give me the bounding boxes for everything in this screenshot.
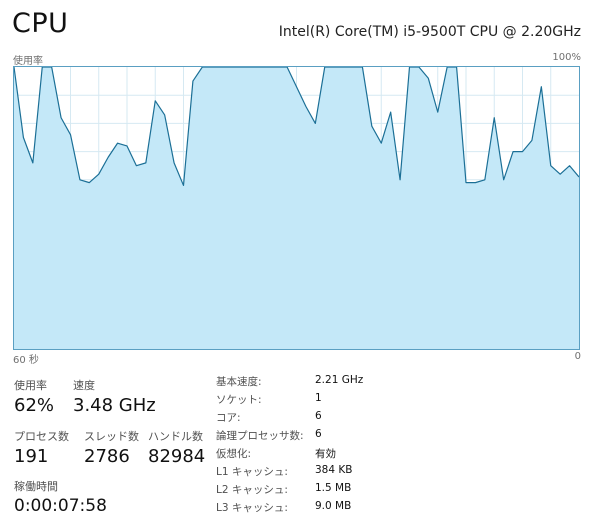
detail-value: 1.5 MB [315, 482, 352, 494]
detail-value: 9.0 MB [315, 500, 352, 512]
speed-stat-label: 速度 [73, 379, 95, 392]
cpu-usage-graph[interactable] [13, 66, 580, 350]
cpu-usage-graph-svg [14, 67, 579, 349]
speed-stat-value: 3.48 GHz [73, 395, 156, 416]
detail-row-cores: コア: 6 [216, 410, 416, 428]
graph-usage-label: 使用率 [13, 56, 43, 67]
uptime-stat-label: 稼働時間 [14, 480, 58, 493]
cpu-model-name: Intel(R) Core(TM) i5-9500T CPU @ 2.20GHz [278, 24, 581, 40]
graph-time-window-label: 60 秒 [13, 355, 39, 366]
detail-row-l3-cache: L3 キャッシュ: 9.0 MB [216, 500, 416, 518]
threads-stat-label: スレッド数 [84, 430, 139, 443]
detail-value: 有効 [315, 448, 336, 460]
detail-key: コア: [216, 412, 241, 424]
detail-row-l1-cache: L1 キャッシュ: 384 KB [216, 464, 416, 482]
processes-stat-label: プロセス数 [14, 430, 69, 443]
detail-row-l2-cache: L2 キャッシュ: 1.5 MB [216, 482, 416, 500]
usage-stat-label: 使用率 [14, 379, 47, 392]
graph-zero-label: 0 [574, 351, 581, 362]
detail-value: 6 [315, 428, 322, 440]
usage-stat-value: 62% [14, 395, 55, 416]
detail-value: 2.21 GHz [315, 374, 364, 386]
detail-key: 基本速度: [216, 376, 262, 388]
detail-key: L3 キャッシュ: [216, 502, 288, 514]
processes-stat-value: 191 [14, 446, 49, 467]
detail-key: L1 キャッシュ: [216, 466, 288, 478]
detail-value: 1 [315, 392, 322, 404]
detail-value: 6 [315, 410, 322, 422]
uptime-stat-value: 0:00:07:58 [14, 496, 107, 516]
detail-row-sockets: ソケット: 1 [216, 392, 416, 410]
detail-row-base-speed: 基本速度: 2.21 GHz [216, 374, 416, 392]
detail-key: 論理プロセッサ数: [216, 430, 304, 442]
detail-row-logical-processors: 論理プロセッサ数: 6 [216, 428, 416, 446]
handles-stat-value: 82984 [148, 446, 206, 467]
detail-key: L2 キャッシュ: [216, 484, 288, 496]
detail-key: ソケット: [216, 394, 262, 406]
detail-value: 384 KB [315, 464, 353, 476]
detail-key: 仮想化: [216, 448, 252, 460]
detail-row-virtualization: 仮想化: 有効 [216, 446, 416, 464]
threads-stat-value: 2786 [84, 446, 130, 467]
page-title: CPU [12, 8, 69, 39]
graph-max-label: 100% [552, 52, 581, 63]
handles-stat-label: ハンドル数 [148, 430, 203, 443]
